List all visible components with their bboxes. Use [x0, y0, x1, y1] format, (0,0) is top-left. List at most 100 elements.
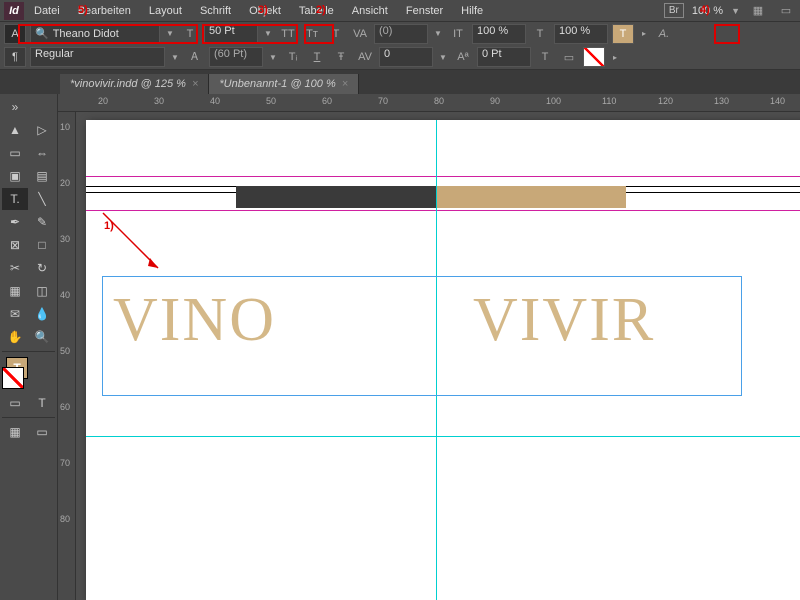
- apply-container-icon[interactable]: ▭: [2, 392, 28, 414]
- tan-bar[interactable]: [436, 186, 626, 208]
- vscale-field[interactable]: 100 %: [472, 24, 526, 44]
- search-icon: 🔍: [35, 27, 49, 40]
- gradient-feather-tool[interactable]: ◫: [29, 280, 55, 302]
- hand-tool[interactable]: ✋: [2, 326, 28, 348]
- font-dropdown-icon[interactable]: ▼: [164, 29, 176, 38]
- zoom-dropdown-icon[interactable]: ▼: [731, 6, 740, 16]
- menu-hilfe[interactable]: Hilfe: [453, 3, 491, 19]
- allcaps-icon[interactable]: TT: [278, 24, 298, 44]
- fill-stroke-swatch[interactable]: T: [2, 355, 28, 391]
- zoom-tool[interactable]: 🔍: [29, 326, 55, 348]
- line-tool[interactable]: ╲: [29, 188, 55, 210]
- menu-schrift[interactable]: Schrift: [192, 3, 239, 19]
- annotation-5-label: 5): [78, 4, 88, 16]
- preview-view-icon[interactable]: ▭: [29, 421, 55, 443]
- guide-margin-top[interactable]: [86, 176, 800, 177]
- close-icon[interactable]: ×: [342, 78, 348, 90]
- kerning-field[interactable]: (0): [374, 24, 428, 44]
- superscript-icon[interactable]: T: [326, 24, 346, 44]
- kerning-icon: VA: [350, 24, 370, 44]
- charstyle-a-icon[interactable]: A.: [654, 24, 674, 44]
- paragraph-mode-icon[interactable]: ¶: [4, 47, 26, 67]
- bridge-icon[interactable]: Br: [664, 3, 684, 18]
- toolbox: » ▲ ▷ ▭ ⇔ ▣ ▤ T. ╲ ✒ ✎ ⊠ □ ✂ ↻ ▦ ◫ ✉ 💧 ✋…: [0, 94, 58, 600]
- direct-selection-tool[interactable]: ▷: [29, 119, 55, 141]
- guide-cyan-horizontal[interactable]: [86, 436, 800, 437]
- language-icon[interactable]: ▭: [559, 47, 579, 67]
- style-dropdown-icon[interactable]: ▼: [169, 53, 181, 62]
- screen-mode-icon[interactable]: ▦: [748, 1, 768, 21]
- font-family-value: Theano Didot: [53, 28, 119, 40]
- rectangle-frame-tool[interactable]: ⊠: [2, 234, 28, 256]
- text-vivir[interactable]: VIVIR: [473, 285, 655, 356]
- font-size-icon: T: [180, 24, 200, 44]
- menu-layout[interactable]: Layout: [141, 3, 190, 19]
- annotation-4-label: 4): [700, 4, 710, 16]
- page-tool[interactable]: ▭: [2, 142, 28, 164]
- annotation-3-label: 3): [258, 4, 268, 16]
- tracking-dropdown-icon[interactable]: ▼: [437, 53, 449, 62]
- document-tabs: *vinovivir.indd @ 125 %× *Unbenannt-1 @ …: [0, 70, 800, 94]
- rectangle-tool[interactable]: □: [29, 234, 55, 256]
- menu-fenster[interactable]: Fenster: [398, 3, 451, 19]
- canvas-area[interactable]: 10 20 30 40 50 60 70 80 VINO VIVIR 1): [58, 112, 800, 600]
- ruler-horizontal[interactable]: 20 30 40 50 60 70 80 90 100 110 120 130 …: [58, 94, 800, 112]
- gradient-swatch-tool[interactable]: ▦: [2, 280, 28, 302]
- smallcaps-icon[interactable]: Tᴛ: [302, 24, 322, 44]
- underline-icon[interactable]: T: [307, 47, 327, 67]
- baseline-field[interactable]: 0 Pt: [477, 47, 531, 67]
- stroke-dropdown-icon[interactable]: ▸: [609, 53, 621, 62]
- fill-dropdown-icon[interactable]: ▸: [638, 29, 650, 38]
- tab-vinovivir[interactable]: *vinovivir.indd @ 125 %×: [60, 74, 209, 94]
- skew-icon: T: [535, 47, 555, 67]
- type-tool[interactable]: T.: [2, 188, 28, 210]
- pen-tool[interactable]: ✒: [2, 211, 28, 233]
- arrow-dropdown-icon[interactable]: »: [2, 96, 28, 118]
- dark-bar[interactable]: [236, 186, 436, 208]
- hscale-field[interactable]: 100 %: [554, 24, 608, 44]
- baseline-icon: Aª: [453, 47, 473, 67]
- content-collector-tool[interactable]: ▣: [2, 165, 28, 187]
- tab-unbenannt[interactable]: *Unbenannt-1 @ 100 %×: [209, 74, 359, 94]
- size-dropdown-icon[interactable]: ▼: [262, 29, 274, 38]
- normal-view-icon[interactable]: ▦: [2, 421, 28, 443]
- app-logo: Id: [4, 2, 24, 20]
- free-transform-tool[interactable]: ↻: [29, 257, 55, 279]
- content-placer-tool[interactable]: ▤: [29, 165, 55, 187]
- leading-field[interactable]: (60 Pt): [209, 47, 263, 67]
- text-frame[interactable]: VINO VIVIR: [102, 276, 742, 396]
- vscale-icon: IT: [448, 24, 468, 44]
- arrange-icon[interactable]: ▭: [776, 1, 796, 21]
- tracking-icon: AV: [355, 47, 375, 67]
- font-style-field[interactable]: Regular: [30, 47, 165, 67]
- page[interactable]: VINO VIVIR: [86, 120, 800, 600]
- close-icon[interactable]: ×: [192, 78, 198, 90]
- leading-dropdown-icon[interactable]: ▼: [267, 53, 279, 62]
- kerning-dropdown-icon[interactable]: ▼: [432, 29, 444, 38]
- font-size-field[interactable]: 50 Pt: [204, 24, 258, 44]
- selection-tool[interactable]: ▲: [2, 119, 28, 141]
- annotation-1-label: 1): [104, 220, 114, 232]
- control-panel: A 🔍 Theano Didot ▼ T 50 Pt ▼ TT Tᴛ T VA …: [0, 22, 800, 70]
- ruler-vertical[interactable]: 10 20 30 40 50 60 70 80: [58, 112, 76, 600]
- menubar: Id Datei Bearbeiten Layout Schrift Objek…: [0, 0, 800, 22]
- apply-text-icon[interactable]: T: [29, 392, 55, 414]
- menu-ansicht[interactable]: Ansicht: [344, 3, 396, 19]
- subscript-icon[interactable]: Tᵢ: [283, 47, 303, 67]
- hscale-icon: T: [530, 24, 550, 44]
- annotation-2-label: 2): [316, 4, 326, 16]
- pencil-tool[interactable]: ✎: [29, 211, 55, 233]
- font-family-field[interactable]: 🔍 Theano Didot: [30, 24, 160, 44]
- character-mode-icon[interactable]: A: [4, 24, 26, 44]
- scissors-tool[interactable]: ✂: [2, 257, 28, 279]
- note-tool[interactable]: ✉: [2, 303, 28, 325]
- strikethrough-icon[interactable]: Ŧ: [331, 47, 351, 67]
- stroke-color-icon[interactable]: [583, 47, 605, 67]
- guide-magenta-2[interactable]: [86, 210, 800, 211]
- fill-color-icon[interactable]: T: [612, 24, 634, 44]
- tracking-field[interactable]: 0: [379, 47, 433, 67]
- menu-datei[interactable]: Datei: [26, 3, 68, 19]
- gap-tool[interactable]: ⇔: [29, 142, 55, 164]
- eyedropper-tool[interactable]: 💧: [29, 303, 55, 325]
- text-vino[interactable]: VINO: [113, 285, 276, 356]
